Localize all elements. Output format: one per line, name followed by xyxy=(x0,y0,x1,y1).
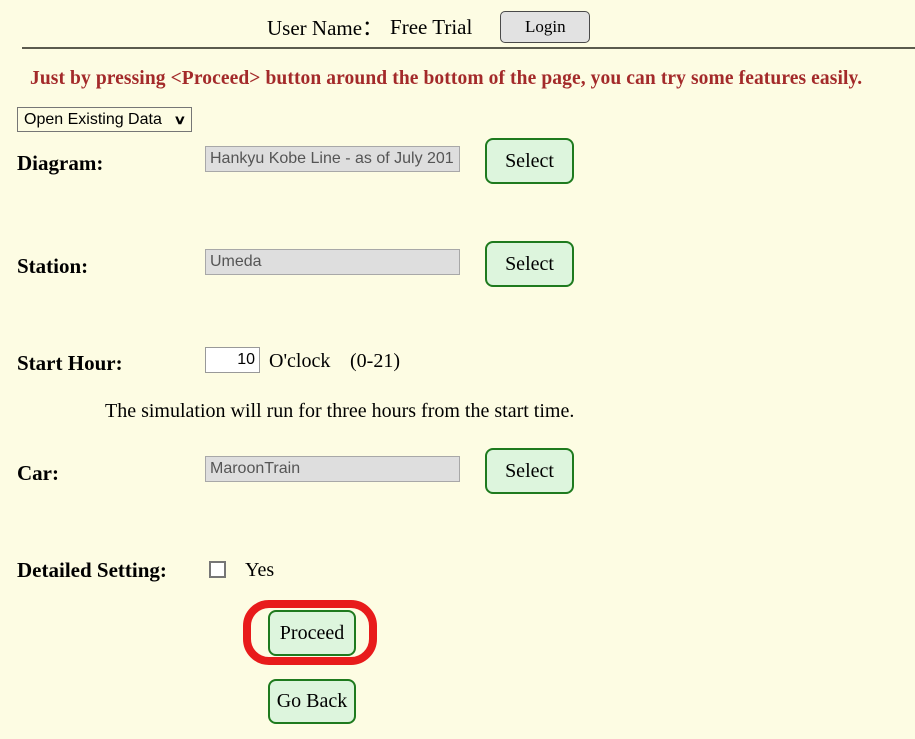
diagram-label: Diagram: xyxy=(17,151,104,175)
diagram-select-button[interactable]: Select xyxy=(485,138,574,184)
go-back-button[interactable]: Go Back xyxy=(268,679,356,724)
start-hour-input[interactable]: 10 xyxy=(205,347,260,373)
data-mode-dropdown-value: Open Existing Data xyxy=(24,110,162,128)
chevron-down-icon: ∨ xyxy=(173,112,187,127)
trial-notice-text: Just by pressing <Proceed> button around… xyxy=(30,68,863,89)
start-hour-label: Start Hour: xyxy=(17,351,123,375)
car-select-button[interactable]: Select xyxy=(485,448,574,494)
diagram-row: Diagram: Hankyu Kobe Line - as of July 2… xyxy=(0,138,915,188)
station-row: Station: Umeda Select xyxy=(0,241,915,291)
user-name-value: Free Trial xyxy=(390,14,473,39)
car-label: Car: xyxy=(17,461,59,485)
detailed-setting-checkbox[interactable] xyxy=(209,561,226,578)
detailed-setting-label: Detailed Setting: xyxy=(17,558,167,582)
start-hour-unit-label: O'clock xyxy=(269,350,331,372)
start-hour-row: Start Hour: 10 O'clock (0-21) xyxy=(0,338,915,388)
header-bar: User Name： Free Trial Login xyxy=(0,0,915,48)
station-label: Station: xyxy=(17,254,89,278)
proceed-button[interactable]: Proceed xyxy=(268,610,356,656)
header-divider xyxy=(22,47,915,49)
diagram-input[interactable]: Hankyu Kobe Line - as of July 201 xyxy=(205,146,460,172)
car-input[interactable]: MaroonTrain xyxy=(205,456,460,482)
login-button[interactable]: Login xyxy=(500,11,591,43)
user-name-label: User Name： xyxy=(267,16,384,40)
data-mode-dropdown[interactable]: Open Existing Data ∨ xyxy=(17,107,192,132)
page-root: User Name： Free Trial Login Just by pres… xyxy=(0,0,915,739)
detailed-setting-row: Detailed Setting: Yes xyxy=(0,552,915,588)
detailed-setting-yes-label: Yes xyxy=(245,559,275,581)
station-input[interactable]: Umeda xyxy=(205,249,460,275)
user-info: User Name： Free Trial Login xyxy=(267,11,591,43)
car-row: Car: MaroonTrain Select xyxy=(0,448,915,498)
proceed-button-group: Proceed xyxy=(243,600,377,665)
start-hour-range-label: (0-21) xyxy=(350,350,400,372)
simulation-duration-note: The simulation will run for three hours … xyxy=(105,400,575,422)
station-select-button[interactable]: Select xyxy=(485,241,574,287)
